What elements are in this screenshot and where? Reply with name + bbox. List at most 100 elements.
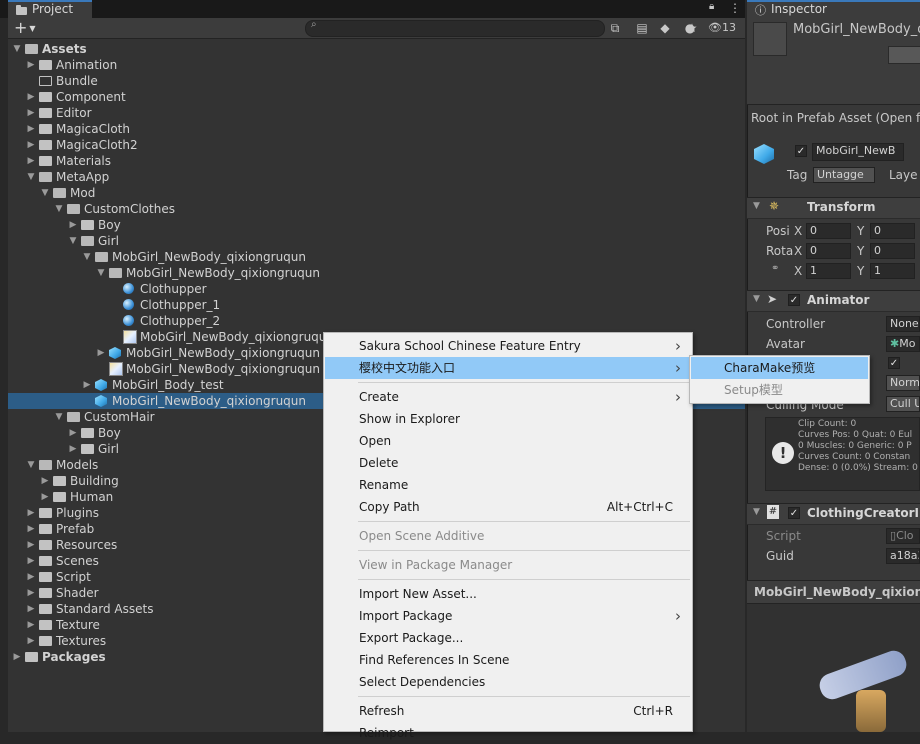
collapsed-arrow-icon[interactable]: ▶: [26, 569, 36, 585]
scale-y-field[interactable]: 1: [870, 263, 915, 279]
menu-item[interactable]: Sakura School Chinese Feature Entry ›: [325, 335, 691, 357]
collapsed-arrow-icon[interactable]: ▶: [26, 137, 36, 153]
menu-item[interactable]: 樱校中文功能入口 ›: [325, 357, 691, 379]
transform-section[interactable]: ▼ ✵ Transform: [747, 197, 920, 219]
project-tab[interactable]: Project: [8, 0, 92, 18]
tree-row[interactable]: ▶ Editor: [8, 105, 745, 121]
animator-enabled-checkbox[interactable]: ✓: [788, 294, 800, 306]
collapsed-arrow-icon[interactable]: ▶: [96, 345, 106, 361]
position-y-field[interactable]: 0: [870, 223, 915, 239]
search-by-type-icon[interactable]: ⧉: [606, 19, 624, 37]
collapsed-arrow-icon[interactable]: ▶: [68, 217, 78, 233]
clothing-creator-section[interactable]: ▼ # ✓ ClothingCreatorInfo: [747, 503, 920, 525]
expanded-arrow-icon[interactable]: ▼: [82, 249, 92, 265]
tree-row[interactable]: ▼ Mod: [8, 185, 745, 201]
menu-item[interactable]: Import Package ›: [325, 605, 691, 627]
menu-item[interactable]: Find References In Scene: [325, 649, 691, 671]
tree-row[interactable]: ▶ Component: [8, 89, 745, 105]
active-checkbox[interactable]: ✓: [795, 145, 807, 157]
menu-item[interactable]: Reimport: [325, 722, 691, 744]
inspector-tab[interactable]: ⓘ Inspector: [747, 0, 920, 18]
collapsed-arrow-icon[interactable]: ▶: [26, 537, 36, 553]
expanded-arrow-icon[interactable]: ▼: [26, 169, 36, 185]
menu-item[interactable]: Select Dependencies: [325, 671, 691, 693]
constrain-link-icon[interactable]: ⚭: [771, 263, 779, 274]
expanded-arrow-icon[interactable]: ▼: [96, 265, 106, 281]
position-x-field[interactable]: 0: [806, 223, 851, 239]
tree-row[interactable]: ▼ MetaApp: [8, 169, 745, 185]
search-by-label-icon[interactable]: ▤: [633, 19, 651, 37]
rotation-y-field[interactable]: 0: [870, 243, 915, 259]
collapsed-arrow-icon[interactable]: ▶: [26, 105, 36, 121]
tree-row[interactable]: Clothupper_1: [8, 297, 745, 313]
tree-row[interactable]: ▶ Boy: [8, 217, 745, 233]
tree-row[interactable]: ▼ CustomClothes: [8, 201, 745, 217]
collapsed-arrow-icon[interactable]: ▶: [26, 153, 36, 169]
collapsed-arrow-icon[interactable]: ▶: [40, 489, 50, 505]
expanded-arrow-icon[interactable]: ▼: [26, 457, 36, 473]
collapsed-arrow-icon[interactable]: ▶: [68, 425, 78, 441]
collapsed-arrow-icon[interactable]: ▶: [26, 57, 36, 73]
menu-item[interactable]: Open: [325, 430, 691, 452]
menu-item[interactable]: Show in Explorer: [325, 408, 691, 430]
update-mode-dropdown[interactable]: Norm: [886, 375, 920, 391]
collapsed-arrow-icon[interactable]: ▶: [26, 89, 36, 105]
collapsed-arrow-icon[interactable]: ▶: [26, 585, 36, 601]
tree-row[interactable]: Clothupper_2: [8, 313, 745, 329]
collapsed-arrow-icon[interactable]: ▶: [26, 601, 36, 617]
menu-item[interactable]: Create ›: [325, 386, 691, 408]
expanded-arrow-icon[interactable]: ▼: [12, 41, 22, 57]
hidden-packages-icon[interactable]: 👁︎13: [708, 19, 744, 37]
tree-row[interactable]: ▼ Assets: [8, 41, 745, 57]
open-prefab-button[interactable]: [888, 46, 920, 64]
collapsed-arrow-icon[interactable]: ▶: [26, 521, 36, 537]
tree-row[interactable]: ▶ Animation: [8, 57, 745, 73]
controller-field[interactable]: None: [886, 316, 920, 332]
collapsed-arrow-icon[interactable]: ▶: [26, 121, 36, 137]
collapsed-arrow-icon[interactable]: ▶: [26, 617, 36, 633]
tree-row[interactable]: ▼ Girl: [8, 233, 745, 249]
collapsed-arrow-icon[interactable]: ▶: [26, 505, 36, 521]
tag-dropdown[interactable]: Untagge: [813, 167, 875, 183]
expanded-arrow-icon[interactable]: ▼: [54, 409, 64, 425]
expanded-arrow-icon[interactable]: ▼: [68, 233, 78, 249]
menu-item[interactable]: Import New Asset...: [325, 583, 691, 605]
collapsed-arrow-icon[interactable]: ▶: [26, 553, 36, 569]
animator-section[interactable]: ▼ ➤ ✓ Animator: [747, 290, 920, 312]
texture-icon: [123, 330, 137, 344]
tree-row[interactable]: ▶ MagicaCloth: [8, 121, 745, 137]
menu-item[interactable]: Delete: [325, 452, 691, 474]
collapsed-arrow-icon[interactable]: ▶: [68, 441, 78, 457]
tree-row[interactable]: Clothupper: [8, 281, 745, 297]
expanded-arrow-icon[interactable]: ▼: [40, 185, 50, 201]
menu-item[interactable]: Export Package...: [325, 627, 691, 649]
apply-root-motion-checkbox[interactable]: ✓: [888, 357, 900, 369]
gameobject-name-field[interactable]: MobGirl_NewB: [812, 143, 904, 161]
clothing-enabled-checkbox[interactable]: ✓: [788, 507, 800, 519]
lock-icon[interactable]: 🔒︎: [709, 1, 719, 15]
submenu-item[interactable]: CharaMake预览: [691, 357, 868, 379]
more-options-icon[interactable]: ⋮: [729, 0, 741, 16]
scale-x-field[interactable]: 1: [806, 263, 851, 279]
avatar-field[interactable]: ✱Mo: [886, 336, 920, 352]
collapsed-arrow-icon[interactable]: ▶: [82, 377, 92, 393]
collapsed-arrow-icon[interactable]: ▶: [40, 473, 50, 489]
menu-item[interactable]: Copy Path Alt+Ctrl+C: [325, 496, 691, 518]
rotation-x-field[interactable]: 0: [806, 243, 851, 259]
menu-item[interactable]: Refresh Ctrl+R: [325, 700, 691, 722]
create-button[interactable]: + ▼: [14, 18, 42, 38]
warning-icon[interactable]: ●: [681, 19, 699, 37]
label-tag-icon[interactable]: ◆: [656, 19, 674, 37]
tree-row[interactable]: ▶ MagicaCloth2: [8, 137, 745, 153]
tree-row[interactable]: ▼ MobGirl_NewBody_qixiongruqun: [8, 249, 745, 265]
collapsed-arrow-icon[interactable]: ▶: [26, 633, 36, 649]
tree-row[interactable]: ▶ Materials: [8, 153, 745, 169]
expanded-arrow-icon[interactable]: ▼: [54, 201, 64, 217]
guid-field[interactable]: a18a3: [886, 548, 920, 564]
tree-row[interactable]: ▼ MobGirl_NewBody_qixiongruqun: [8, 265, 745, 281]
culling-mode-dropdown[interactable]: Cull U: [886, 396, 920, 412]
menu-item[interactable]: Rename: [325, 474, 691, 496]
tree-row[interactable]: Bundle: [8, 73, 745, 89]
collapsed-arrow-icon[interactable]: ▶: [12, 649, 22, 665]
search-input[interactable]: ⌕: [305, 19, 605, 37]
